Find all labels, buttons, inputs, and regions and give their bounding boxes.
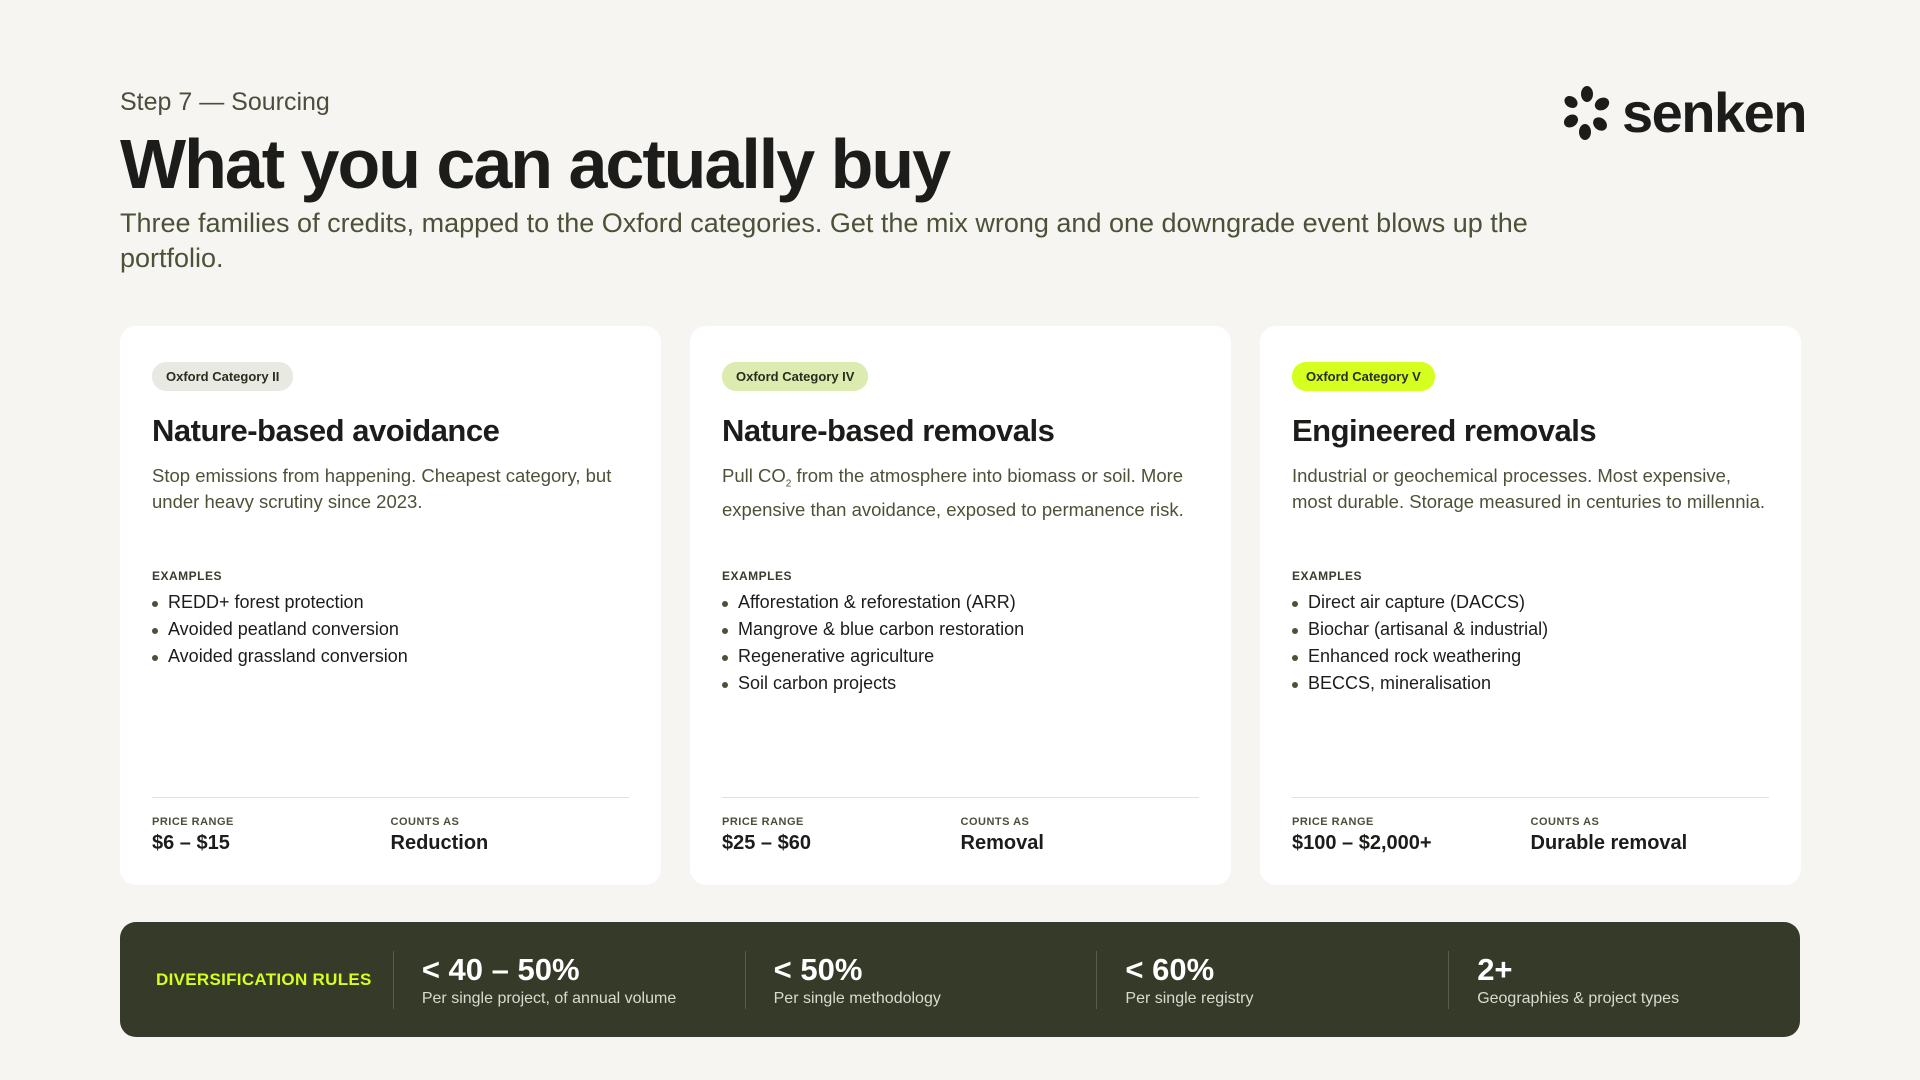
example-item: Afforestation & reforestation (ARR) [722,589,1199,616]
counts-as-label: COUNTS AS [960,816,1030,828]
brand-name: senken [1622,81,1808,144]
price-range-label: PRICE RANGE [152,816,234,828]
rule-item: < 60% Per single registry [1096,950,1448,1009]
counts-as-value: Reduction [390,832,489,854]
card-title: Nature-based removals [722,413,1055,448]
step-eyebrow: Step 7 — Sourcing [120,88,330,116]
price-range-label: PRICE RANGE [722,816,804,828]
example-item: Avoided grassland conversion [152,643,629,670]
card-title: Engineered removals [1292,413,1597,448]
counts-as-value: Durable removal [1530,832,1688,854]
oxford-category-badge: Oxford Category IV [722,362,869,391]
rule-item: < 50% Per single methodology [744,950,1097,1009]
card-footer: PRICE RANGE $100 – $2,000+ COUNTS AS Dur… [1292,797,1769,855]
card-title: Nature-based avoidance [152,413,500,448]
examples-label: EXAMPLES [1292,569,1363,583]
examples-list: Direct air capture (DACCS) Biochar (arti… [1292,589,1769,697]
rule-description: Geographies & project types [1477,989,1680,1007]
rule-item: < 40 – 50% Per single project, of annual… [392,950,745,1009]
example-item: Direct air capture (DACCS) [1292,589,1769,616]
category-card-engineered-removals: Oxford Category V Engineered removals In… [1260,326,1801,885]
category-card-nature-removals: Oxford Category IV Nature-based removals… [690,326,1231,885]
page-subtitle: Three families of credits, mapped to the… [120,208,1528,273]
counts-as-label: COUNTS AS [390,816,460,828]
diversification-rules-label: DIVERSIFICATION RULES [156,969,372,989]
card-footer: PRICE RANGE $6 – $15 COUNTS AS Reduction [152,797,629,855]
price-range-value: $25 – $60 [722,832,811,854]
example-item: REDD+ forest protection [152,589,629,616]
price-range-label: PRICE RANGE [1292,816,1374,828]
rule-value: < 40 – 50% [421,951,580,987]
page-title: What you can actually buy [120,125,951,203]
rule-description: Per single registry [1125,989,1254,1007]
rule-description: Per single methodology [773,989,941,1007]
category-cards: Oxford Category II Nature-based avoidanc… [120,326,1801,885]
card-description: Pull CO2 from the atmosphere into biomas… [722,463,1199,549]
oxford-category-badge: Oxford Category V [1292,362,1435,391]
examples-label: EXAMPLES [722,569,793,583]
price-range-value: $6 – $15 [152,832,230,854]
rule-item: 2+ Geographies & project types [1448,950,1800,1009]
card-description-part: from the atmosphere into biomass or soil… [722,465,1184,521]
card-description: Industrial or geochemical processes. Mos… [1292,465,1766,512]
example-item: Mangrove & blue carbon restoration [722,616,1199,643]
rule-value: < 60% [1125,951,1215,987]
brand-logo: senken [1562,80,1808,145]
examples-list: REDD+ forest protection Avoided peatland… [152,589,629,670]
example-item: Soil carbon projects [722,670,1199,697]
flower-dots-logo-icon [1563,85,1610,140]
rule-description: Per single project, of annual volume [421,989,677,1007]
card-description-part: Pull CO [722,465,786,486]
category-card-avoidance: Oxford Category II Nature-based avoidanc… [120,326,661,885]
counts-as-label: COUNTS AS [1530,816,1600,828]
example-item: Enhanced rock weathering [1292,643,1769,670]
card-footer: PRICE RANGE $25 – $60 COUNTS AS Removal [722,797,1199,855]
example-item: Regenerative agriculture [722,643,1199,670]
rule-value: 2+ [1477,951,1513,987]
example-item: BECCS, mineralisation [1292,670,1769,697]
example-item: Biochar (artisanal & industrial) [1292,616,1769,643]
diversification-rules-bar: DIVERSIFICATION RULES < 40 – 50% Per sin… [120,922,1800,1037]
oxford-category-badge: Oxford Category II [152,362,294,391]
examples-label: EXAMPLES [152,569,223,583]
price-range-value: $100 – $2,000+ [1292,832,1432,854]
card-description: Stop emissions from happening. Cheapest … [152,465,612,512]
examples-list: Afforestation & reforestation (ARR) Mang… [722,589,1199,697]
example-item: Avoided peatland conversion [152,616,629,643]
counts-as-value: Removal [960,832,1044,854]
rule-value: < 50% [773,951,863,987]
